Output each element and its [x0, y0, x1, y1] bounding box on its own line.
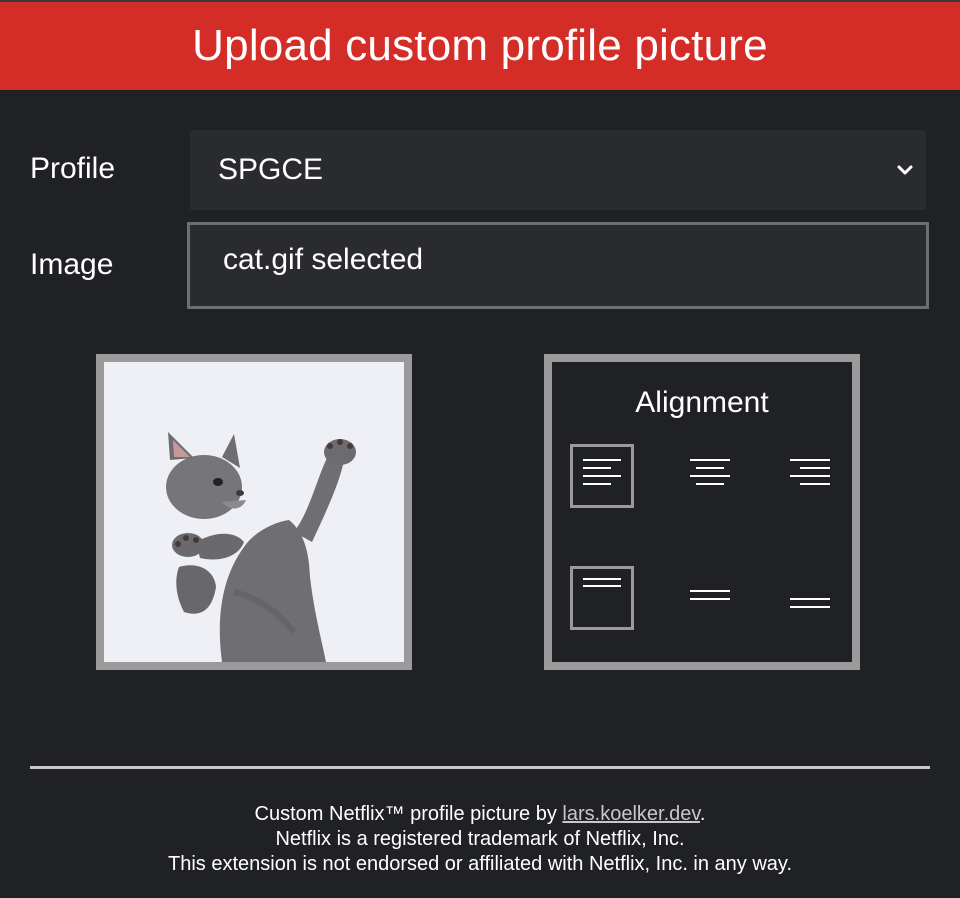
- profile-label: Profile: [30, 152, 116, 185]
- image-preview: [96, 354, 412, 670]
- footer-divider: [30, 766, 930, 769]
- alignment-title: Alignment: [635, 386, 769, 419]
- profile-select-value: SPGCE: [218, 153, 324, 186]
- footer-line-3: This extension is not endorsed or affili…: [167, 853, 792, 875]
- alignment-panel: Alignment: [544, 354, 860, 670]
- align-vertical-top-button[interactable]: [570, 566, 634, 630]
- footer-credit-suffix: .: [699, 803, 706, 825]
- image-file-input[interactable]: cat.gif selected: [187, 222, 929, 309]
- footer-line-2: Netflix is a registered trademark of Net…: [275, 828, 685, 850]
- image-label: Image: [30, 248, 114, 281]
- page-title: Upload custom profile picture: [192, 21, 768, 70]
- footer-credit-text: Custom Netflix™ profile picture by: [254, 803, 563, 825]
- image-file-status: cat.gif selected: [223, 243, 424, 276]
- footer-line-1: Custom Netflix™ profile picture by lars.…: [0, 802, 960, 827]
- footer: Custom Netflix™ profile picture by lars.…: [0, 802, 960, 877]
- align-vertical-center-button[interactable]: [678, 566, 742, 630]
- align-center-icon: [690, 459, 730, 485]
- profile-select[interactable]: SPGCE: [190, 130, 926, 210]
- align-top-right-button[interactable]: [778, 444, 842, 508]
- header-bar: Upload custom profile picture: [0, 0, 960, 90]
- align-vertical-top-icon: [583, 578, 621, 587]
- author-link[interactable]: lars.koelker.dev: [562, 803, 699, 825]
- align-top-center-button[interactable]: [678, 444, 742, 508]
- cat-image: [104, 362, 404, 662]
- align-vertical-center-icon: [690, 590, 730, 600]
- align-vertical-bottom-button[interactable]: [778, 566, 842, 630]
- align-vertical-bottom-icon: [790, 598, 830, 608]
- align-top-left-button[interactable]: [570, 444, 634, 508]
- align-left-icon: [583, 459, 621, 485]
- chevron-down-icon: [897, 165, 913, 175]
- align-right-icon: [790, 459, 830, 485]
